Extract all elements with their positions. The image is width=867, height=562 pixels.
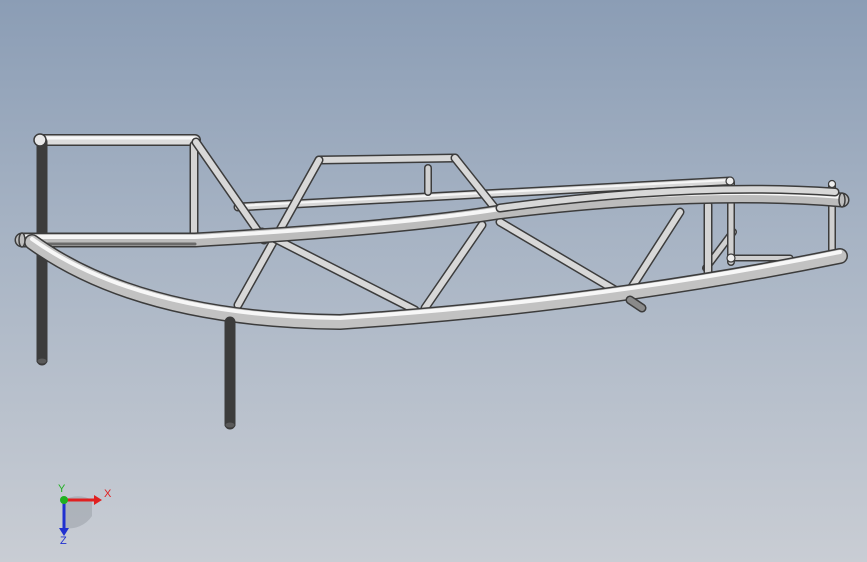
y-axis-label: Y — [58, 483, 66, 495]
y-axis-dot-icon — [60, 496, 68, 504]
z-axis-label: Z — [60, 535, 67, 547]
graphics-viewport[interactable]: X Y Z — [0, 0, 867, 562]
reference-triad: X Y Z — [58, 483, 112, 547]
lower-bracket — [625, 295, 647, 313]
x-axis-arrow-icon — [94, 495, 102, 505]
x-axis-label: X — [104, 488, 112, 500]
tube-frame-model[interactable] — [0, 0, 867, 562]
